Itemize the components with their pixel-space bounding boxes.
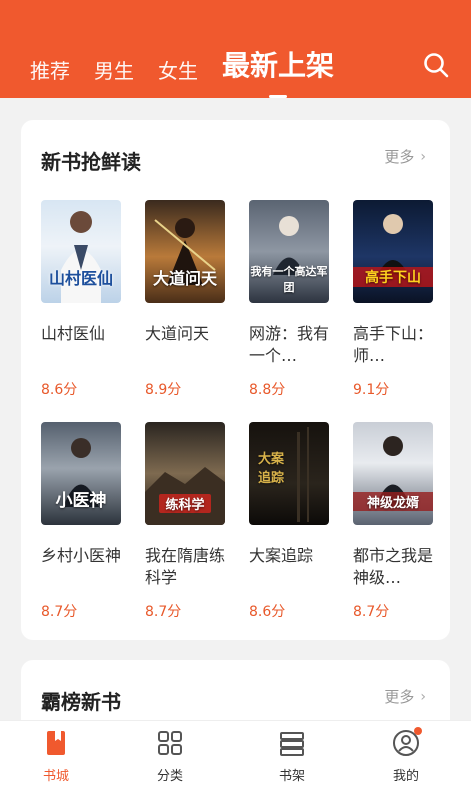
book-cover: 大道问天 [145,200,225,303]
notification-dot [414,727,422,735]
user-icon [392,727,422,757]
book-score: 8.7分 [353,604,390,620]
tab-active-indicator [269,95,287,98]
book-score: 8.7分 [41,604,78,620]
book-item[interactable]: 山村医仙 山村医仙 8.6分 [41,200,121,399]
top-bar: 推荐 男生 女生 最新上架 [0,0,471,98]
book-score: 8.8分 [249,382,286,398]
section-title: 霸榜新书 [41,690,121,714]
nav-profile[interactable]: 我的 [376,727,436,784]
nav-bookshelf[interactable]: 书架 [262,729,322,784]
book-title: 大道问天 [145,324,210,343]
category-tabs: 推荐 男生 女生 最新上架 [30,44,335,98]
search-icon[interactable] [423,52,449,78]
book-cover: 练科学 [145,422,225,525]
book-cover: 高手下山 [353,200,433,303]
book-score: 8.6分 [41,382,78,398]
nav-label: 我的 [392,769,419,784]
nav-label: 书架 [278,769,305,784]
book-title: 我在隋唐练科学 [145,546,226,587]
book-title: 乡村小医神 [41,546,122,565]
book-cover: 我有一个高达军团 [249,200,329,303]
book-item[interactable]: 小医神 乡村小医神 8.7分 [41,422,121,621]
book-score: 8.7分 [145,604,182,620]
cover-title: 高手下山 [353,267,433,287]
book-item[interactable]: 大案追踪 大案追踪 8.6分 [249,422,329,621]
cover-title: 神级龙婿 [353,492,433,511]
book-score: 8.6分 [249,604,286,620]
tab-new-arrivals-label: 最新上架 [222,49,335,82]
cover-title: 大道问天 [152,269,217,288]
book-cover: 小医神 [41,422,121,525]
chevron-right-icon: › [420,148,426,165]
nav-label: 书城 [42,769,69,784]
chevron-right-icon: › [420,688,426,705]
book-title: 都市之我是神级… [353,546,434,587]
bottom-navigation: 书城 分类 书架 我的 [0,720,471,791]
book-score: 8.9分 [145,382,182,398]
more-link[interactable]: 更多 › [384,146,426,167]
cover-title: 小医神 [55,491,107,511]
tab-recommend[interactable]: 推荐 [30,55,70,84]
book-item[interactable]: 神级龙婿 都市之我是神级… 8.7分 [353,422,433,621]
tab-male[interactable]: 男生 [94,55,134,84]
cover-title: 山村医仙 [48,269,113,288]
book-title: 山村医仙 [41,324,106,343]
book-score: 9.1分 [353,382,390,398]
cover-title: 大案追踪 [257,452,284,486]
bookshelf-icon [278,729,306,757]
more-label: 更多 [384,148,415,166]
book-cover: 山村医仙 [41,200,121,303]
book-title: 高手下山：师… [353,324,434,365]
section-title: 新书抢鲜读 [41,150,141,174]
cover-title: 我有一个高达军团 [250,265,328,294]
cover-title: 练科学 [159,494,211,513]
tab-female[interactable]: 女生 [158,55,198,84]
more-label: 更多 [384,688,415,706]
nav-category[interactable]: 分类 [140,729,200,784]
book-cover: 神级龙婿 [353,422,433,525]
book-item[interactable]: 大道问天 大道问天 8.9分 [145,200,225,399]
book-title: 网游：我有一个… [249,324,330,365]
tab-new-arrivals[interactable]: 最新上架 [222,44,335,98]
book-cover: 大案追踪 [249,422,329,525]
book-title: 大案追踪 [249,546,314,565]
more-link[interactable]: 更多 › [384,686,426,707]
book-item[interactable]: 高手下山 高手下山：师… 9.1分 [353,200,433,399]
nav-bookstore[interactable]: 书城 [26,729,86,784]
bookmark-book-icon [42,729,70,757]
nav-label: 分类 [156,769,183,784]
book-item[interactable]: 我有一个高达军团 网游：我有一个… 8.8分 [249,200,329,399]
book-item[interactable]: 练科学 我在隋唐练科学 8.7分 [145,422,225,621]
grid-icon [156,729,184,757]
new-books-section: 新书抢鲜读 更多 › 山村医仙 山村医仙 8.6分 大道问天 大道问天 8.9分… [21,120,450,640]
